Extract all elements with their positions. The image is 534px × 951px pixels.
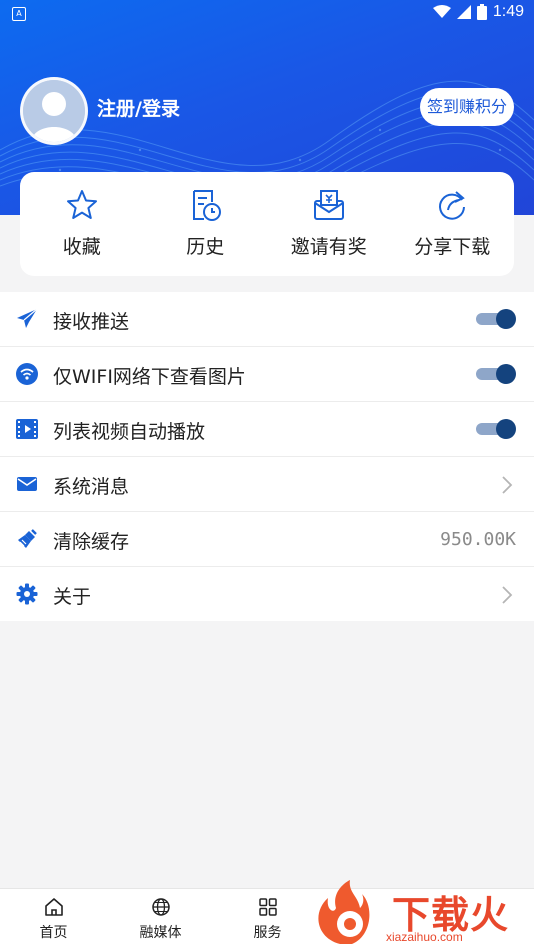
checkin-button[interactable]: 签到赚积分: [420, 88, 514, 126]
nav-media[interactable]: 融媒体: [107, 889, 214, 951]
setting-push[interactable]: 接收推送: [0, 292, 534, 347]
clock: 1:49: [492, 3, 524, 20]
video-icon: [16, 419, 38, 439]
gear-icon: [16, 583, 38, 605]
invite-icon: [313, 190, 344, 220]
nav-services[interactable]: 服务: [214, 889, 321, 951]
share-icon: [439, 191, 466, 220]
history-label: 历史: [186, 236, 225, 258]
wifi-status-icon: [432, 5, 451, 18]
push-toggle[interactable]: [476, 309, 516, 329]
invite-label: 邀请有奖: [290, 236, 367, 258]
send-icon: [17, 308, 38, 328]
invite-button[interactable]: 邀请有奖: [267, 172, 391, 276]
home-icon: [44, 898, 63, 916]
login-link[interactable]: 注册/登录: [97, 94, 180, 121]
setting-messages[interactable]: 系统消息: [0, 457, 534, 512]
setting-label: 仅WIFI网络下查看图片: [53, 366, 246, 388]
favorites-button[interactable]: 收藏: [20, 172, 144, 276]
nav-label: 首页: [39, 925, 68, 941]
setting-label: 关于: [53, 586, 92, 608]
watermark-url: xiazaihuo.com: [386, 930, 463, 944]
chevron-right-icon: [502, 476, 513, 494]
status-bar: A 1:49: [0, 0, 534, 28]
app-notification-icon: A: [12, 7, 26, 21]
mail-icon: [17, 477, 37, 491]
nav-home[interactable]: 首页: [0, 889, 107, 951]
share-button[interactable]: 分享下载: [391, 172, 515, 276]
nav-label: 服务: [253, 925, 282, 941]
setting-clear-cache[interactable]: 清除缓存 950.00K: [0, 512, 534, 567]
setting-label: 接收推送: [53, 311, 130, 333]
settings-list: 接收推送 仅WIFI网络下查看图片 列表视频自动播放 系统消息 清除缓存 950…: [0, 292, 534, 621]
setting-autoplay[interactable]: 列表视频自动播放: [0, 402, 534, 457]
cache-size: 950.00K: [440, 529, 516, 550]
grid-icon: [258, 898, 277, 916]
user-avatar-icon: [23, 80, 85, 142]
wifi-images-toggle[interactable]: [476, 364, 516, 384]
chevron-right-icon: [502, 586, 513, 604]
setting-label: 清除缓存: [53, 531, 130, 553]
setting-wifi-images[interactable]: 仅WIFI网络下查看图片: [0, 347, 534, 402]
nav-label: 融媒体: [139, 925, 182, 941]
share-label: 分享下载: [414, 236, 491, 258]
setting-about[interactable]: 关于: [0, 567, 534, 621]
signal-icon: [456, 5, 471, 19]
globe-icon: [151, 898, 170, 916]
avatar[interactable]: [20, 77, 88, 145]
favorites-label: 收藏: [62, 236, 101, 258]
setting-label: 系统消息: [53, 476, 130, 498]
battery-icon: [476, 4, 487, 20]
star-icon: [66, 190, 97, 219]
autoplay-toggle[interactable]: [476, 419, 516, 439]
history-button[interactable]: 历史: [144, 172, 268, 276]
wifi-icon: [16, 363, 38, 385]
broom-icon: [18, 529, 37, 548]
quick-actions-card: 收藏 历史 邀请有奖 分享下载: [20, 172, 514, 276]
history-icon: [193, 190, 222, 221]
setting-label: 列表视频自动播放: [53, 421, 206, 443]
